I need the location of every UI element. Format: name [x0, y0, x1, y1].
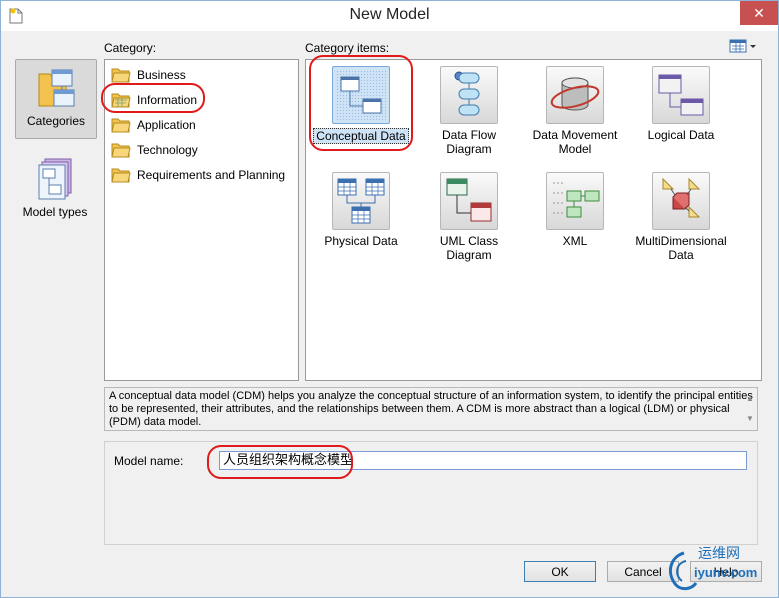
conceptual-data-icon — [332, 66, 390, 124]
tile-conceptual-data[interactable]: Conceptual Data — [308, 66, 414, 144]
close-button[interactable]: ✕ — [740, 1, 778, 25]
tile-label: Conceptual Data — [313, 128, 409, 144]
tile-label: Data Movement Model — [532, 128, 618, 156]
tile-physical-data[interactable]: Physical Data — [308, 172, 414, 248]
category-label: Information — [137, 93, 198, 107]
category-items-panel: Conceptual Data Data Flow Diagram Data M… — [305, 59, 762, 381]
watermark-text-url: iyunv.com — [694, 565, 758, 580]
folder-icon — [111, 118, 131, 133]
tile-label: MultiDimensional Data — [635, 234, 727, 262]
category-label: Requirements and Planning — [137, 168, 286, 182]
category-header: Category: — [104, 41, 157, 55]
category-items-header: Category items: — [305, 41, 390, 55]
tile-label: Data Flow Diagram — [441, 128, 497, 156]
tile-data-movement-model[interactable]: Data Movement Model — [522, 66, 628, 156]
view-mode-icon[interactable] — [729, 39, 759, 53]
watermark-swirl-icon — [668, 551, 698, 591]
tile-label: XML — [562, 234, 588, 248]
folder-icon — [111, 143, 131, 158]
model-name-group: Model name: 人员组织架构概念模型 — [104, 441, 758, 545]
category-label: Technology — [137, 143, 198, 157]
description-scrollbar[interactable]: ▲ ▼ — [745, 389, 755, 429]
model-name-label: Model name: — [114, 454, 184, 468]
dialog-title: New Model — [349, 6, 430, 23]
ok-button[interactable]: OK — [524, 561, 596, 582]
nav-model-types[interactable]: Model types — [15, 151, 95, 221]
tile-multidimensional-data[interactable]: MultiDimensional Data — [628, 172, 734, 262]
model-name-input[interactable]: 人员组织架构概念模型 — [219, 451, 747, 470]
logical-data-icon — [652, 66, 710, 124]
category-list: Business Information Application Technol… — [104, 59, 299, 381]
folder-grid-icon — [111, 93, 131, 108]
uml-class-diagram-icon — [440, 172, 498, 230]
tile-uml-class-diagram[interactable]: UML Class Diagram — [416, 172, 522, 262]
multidimensional-data-icon — [652, 172, 710, 230]
nav-model-types-label: Model types — [22, 205, 88, 219]
tile-label: Physical Data — [324, 234, 398, 248]
categories-icon — [38, 69, 75, 107]
tile-label: UML Class Diagram — [439, 234, 499, 262]
model-description: A conceptual data model (CDM) helps you … — [104, 387, 758, 431]
nav-categories[interactable]: Categories — [15, 59, 97, 139]
title-bar: New Model ✕ — [1, 1, 778, 31]
nav-categories-label: Categories — [26, 114, 86, 128]
folder-icon — [111, 68, 131, 83]
model-types-icon — [38, 158, 72, 200]
description-text: A conceptual data model (CDM) helps you … — [109, 390, 753, 428]
folder-icon — [111, 168, 131, 183]
watermark-text-cn: 运维网 — [698, 546, 740, 562]
tile-xml[interactable]: XML — [522, 172, 628, 248]
category-label: Business — [137, 68, 186, 82]
dialog-body: Categories Model types Category: Busines… — [9, 31, 770, 591]
xml-icon — [546, 172, 604, 230]
new-model-dialog: New Model ✕ Categories Model types Categ… — [0, 0, 779, 598]
tile-data-flow-diagram[interactable]: Data Flow Diagram — [416, 66, 522, 156]
watermark-logo: 运维网 iyunv.com — [664, 535, 774, 595]
tile-label: Logical Data — [647, 128, 715, 142]
data-movement-model-icon — [546, 66, 604, 124]
tile-logical-data[interactable]: Logical Data — [628, 66, 734, 142]
physical-data-icon — [332, 172, 390, 230]
category-label: Application — [137, 118, 196, 132]
data-flow-diagram-icon — [440, 66, 498, 124]
